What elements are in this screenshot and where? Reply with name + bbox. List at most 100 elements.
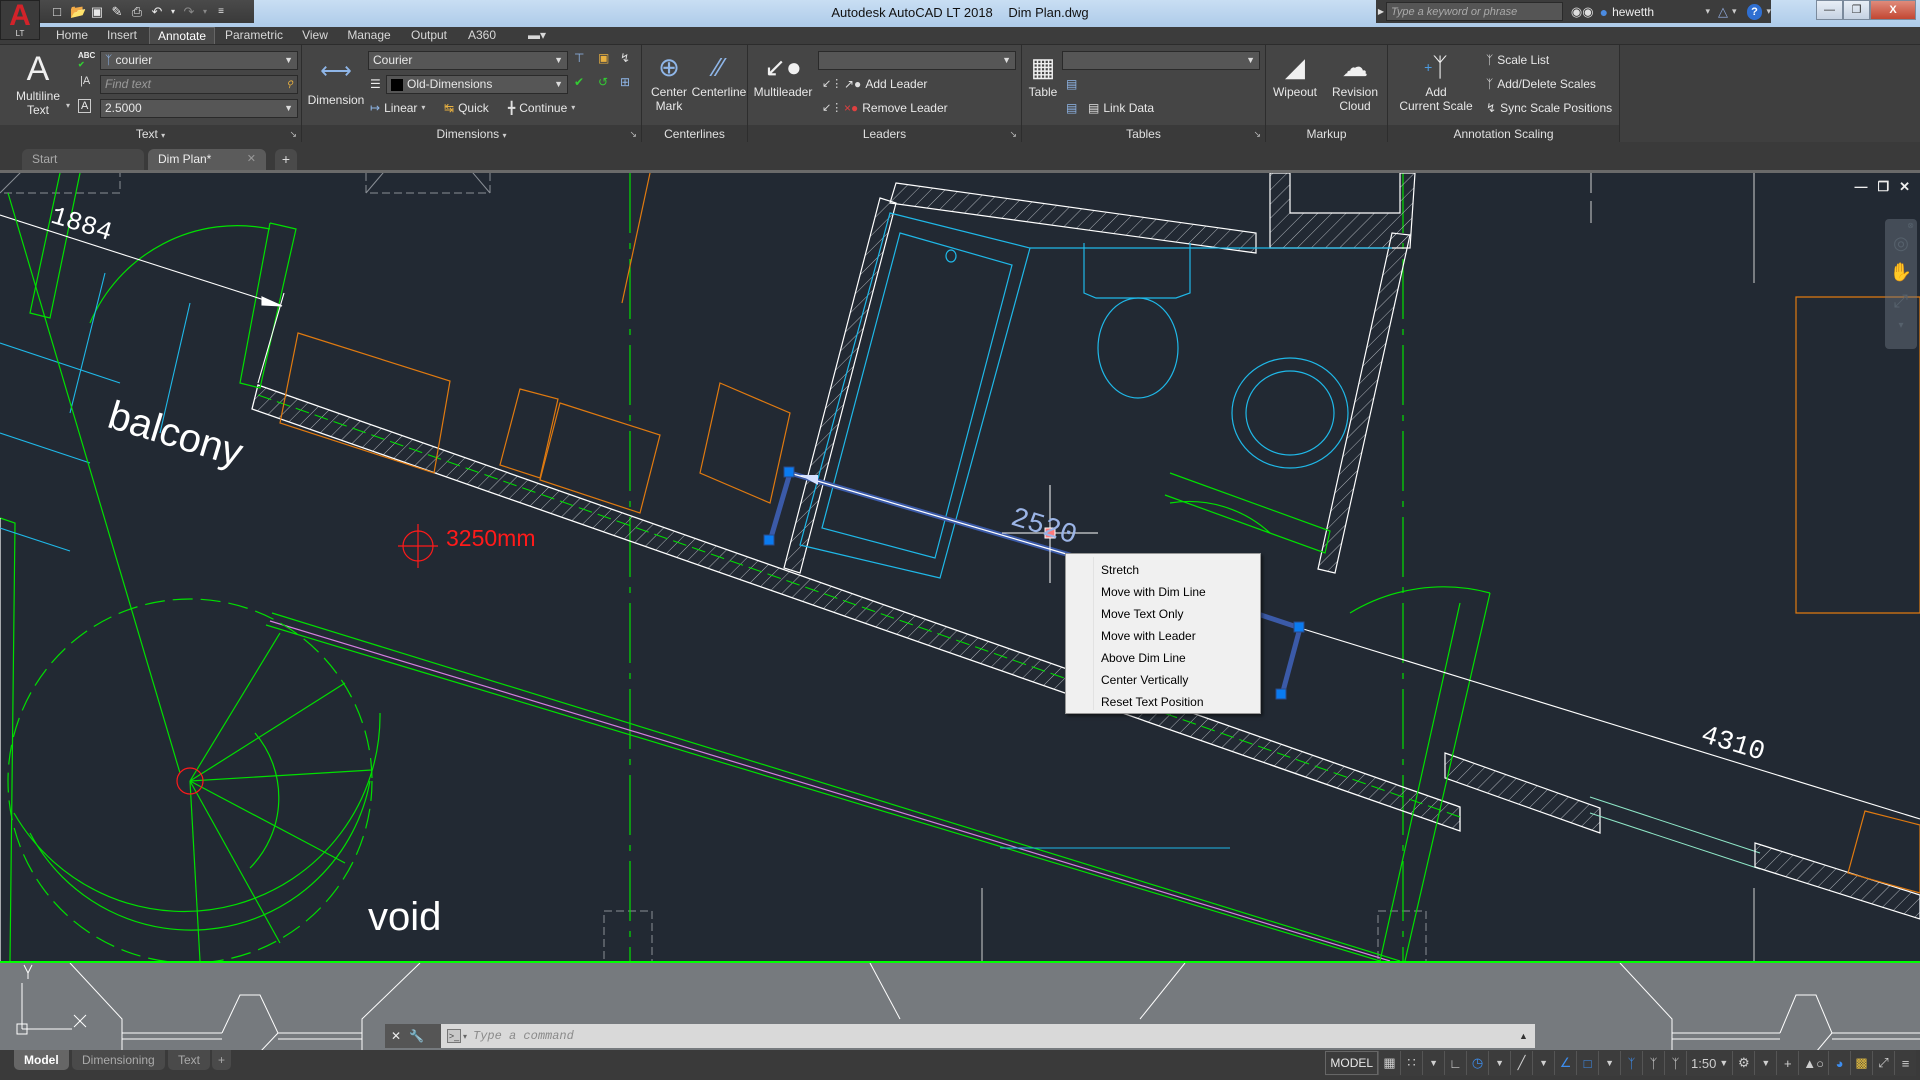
print-icon[interactable]: ⎙	[130, 4, 144, 19]
dim-break-icon[interactable]: ⊤	[574, 51, 584, 65]
annotation-scale-icon[interactable]: ᛉ	[1664, 1051, 1686, 1075]
extract-data-icon[interactable]: ▤	[1066, 77, 1077, 91]
radius-note[interactable]: 3250mm	[446, 525, 535, 552]
dialog-launcher-icon[interactable]: ↘	[1009, 129, 1017, 140]
add-leader-button[interactable]: ↗● Add Leader	[844, 75, 927, 93]
table-button[interactable]: ▦ Table	[1024, 49, 1062, 99]
save-as-icon[interactable]: ✎	[110, 4, 124, 19]
menu-item-above-dim-line[interactable]: Above Dim Line	[1066, 647, 1260, 669]
grip-handle[interactable]	[763, 534, 775, 546]
lock-ui-icon[interactable]: ▩	[1850, 1051, 1872, 1075]
ortho-mode-icon[interactable]: ∟	[1444, 1051, 1466, 1075]
user-icon[interactable]: ●	[1600, 4, 1608, 20]
tab-home[interactable]: Home	[50, 27, 94, 44]
viewport-restore-icon[interactable]: ❐	[1877, 179, 1889, 195]
grip-handle[interactable]	[1293, 621, 1305, 633]
scale-list-button[interactable]: ᛉ Scale List	[1486, 51, 1549, 69]
navbar-dropdown-icon[interactable]: ▾	[1898, 320, 1903, 331]
text-style-select[interactable]: ᛉ courier ▼	[100, 51, 298, 70]
dim-update-icon[interactable]: ✔	[574, 75, 584, 89]
doc-tab-start[interactable]: Start	[22, 149, 144, 170]
leader-style-select[interactable]: ▼	[818, 51, 1016, 70]
revision-cloud-button[interactable]: ☁ Revision Cloud	[1326, 49, 1384, 113]
dim-layer-select[interactable]: Old-Dimensions ▼	[386, 75, 568, 94]
find-text-input[interactable]: Find text ⚲	[100, 75, 298, 94]
snap-mode-icon[interactable]: ∷	[1400, 1051, 1422, 1075]
viewport-close-icon[interactable]: ✕	[1899, 179, 1910, 195]
multiline-text-dropdown-icon[interactable]: ▾	[66, 101, 70, 110]
menu-item-center-vertically[interactable]: Center Vertically	[1066, 669, 1260, 691]
open-icon[interactable]: 📂	[70, 4, 86, 19]
sync-scale-positions-button[interactable]: ↯ Sync Scale Positions	[1486, 99, 1612, 117]
spell-check-icon[interactable]: ABC ✔	[78, 51, 95, 69]
menu-item-stretch[interactable]: Stretch	[1066, 559, 1260, 581]
username[interactable]: hewetth	[1612, 5, 1701, 19]
tab-insert[interactable]: Insert	[102, 27, 142, 44]
object-snap-tracking-icon[interactable]: ∠	[1554, 1051, 1576, 1075]
model-space-button[interactable]: MODEL	[1325, 1051, 1379, 1075]
save-icon[interactable]: ▣	[90, 4, 104, 19]
close-command-line-icon[interactable]: ✕	[391, 1029, 401, 1043]
new-tab-button[interactable]: +	[275, 149, 297, 170]
text-panel-title[interactable]: Text ▾	[0, 125, 301, 143]
customize-icon[interactable]: ≡	[214, 5, 228, 19]
align-leaders-icon[interactable]: ↙⋮	[822, 77, 842, 90]
table-style-select[interactable]: ▼	[1062, 51, 1260, 70]
dialog-launcher-icon[interactable]: ↘	[1253, 129, 1261, 140]
text-height-select[interactable]: 2.5000 ▼	[100, 99, 298, 118]
menu-item-move-text-only[interactable]: Move Text Only	[1066, 603, 1260, 625]
layout-tab-text[interactable]: Text	[168, 1050, 211, 1070]
redo-icon[interactable]: ↷	[182, 4, 196, 19]
dialog-launcher-icon[interactable]: ↘	[289, 129, 297, 140]
isometric-drafting-icon[interactable]: ╱	[1510, 1051, 1532, 1075]
tab-annotate[interactable]: Annotate	[149, 27, 215, 44]
zoom-extents-icon[interactable]: ⤢	[1894, 291, 1908, 312]
label-void[interactable]: void	[368, 895, 441, 940]
binoculars-icon[interactable]: ◉◉	[1571, 4, 1594, 20]
center-mark-button[interactable]: ⊕ Center Mark	[646, 49, 692, 113]
expand-search-icon[interactable]: ▶	[1376, 7, 1386, 16]
new-icon[interactable]: □	[50, 4, 64, 19]
command-prompt-icon[interactable]: >_	[447, 1029, 461, 1043]
quick-properties-icon[interactable]: ◕	[1828, 1051, 1850, 1075]
object-snap-icon[interactable]: □	[1576, 1051, 1598, 1075]
find-replace-icon[interactable]: ⚲	[286, 76, 293, 93]
drawing-canvas[interactable]: 1884 balcony 3250mm 2520 4310 void — ❐ ✕…	[0, 173, 1920, 961]
viewport-minimize-icon[interactable]: —	[1854, 179, 1867, 195]
units-icon[interactable]: ▲○	[1798, 1051, 1828, 1075]
linear-button[interactable]: ↦ Linear ▾	[370, 99, 425, 117]
add-delete-scales-button[interactable]: ᛉ Add/Delete Scales	[1486, 75, 1596, 93]
add-current-scale-button[interactable]: + ᛉ Add Current Scale	[1390, 49, 1482, 113]
layout-tab-dimensioning[interactable]: Dimensioning	[72, 1050, 165, 1070]
wipeout-button[interactable]: ◢ Wipeout	[1268, 49, 1322, 99]
help-icon[interactable]: ?	[1746, 3, 1763, 20]
multiline-text-button[interactable]: A Multiline Text	[8, 49, 68, 117]
dim-space-icon[interactable]: ⊞	[620, 75, 630, 89]
add-layout-button[interactable]: +	[212, 1050, 232, 1070]
command-history-icon[interactable]: ▲	[1519, 1031, 1535, 1041]
snap-dropdown-icon[interactable]: ▼	[1422, 1051, 1444, 1075]
menu-item-move-with-dim-line[interactable]: Move with Dim Line	[1066, 581, 1260, 603]
grid-display-icon[interactable]: ▦	[1378, 1051, 1400, 1075]
tab-a360[interactable]: A360	[464, 27, 500, 44]
pan-hand-icon[interactable]: ✋	[1890, 262, 1912, 283]
undo-dropdown-icon[interactable]: ▾	[170, 5, 176, 19]
drawing-svg[interactable]	[0, 173, 1920, 961]
ribbon-minimize-icon[interactable]: ▬▾	[524, 27, 550, 44]
close-button[interactable]: X	[1870, 0, 1916, 20]
grip-handle[interactable]	[1275, 688, 1287, 700]
autodesk-app-store-icon[interactable]: △	[1718, 4, 1728, 20]
dim-reassociate-icon[interactable]: ↺	[598, 75, 608, 89]
close-tab-icon[interactable]: ✕	[247, 149, 256, 170]
restore-button[interactable]: ❐	[1843, 0, 1870, 20]
workspace-gear-icon[interactable]: ⚙	[1732, 1051, 1754, 1075]
navbar-close-icon[interactable]: ⊗	[1907, 221, 1914, 230]
annotation-monitor-icon[interactable]: +	[1776, 1051, 1798, 1075]
dimensions-panel-title[interactable]: Dimensions ▾	[302, 125, 641, 143]
menu-item-move-with-leader[interactable]: Move with Leader	[1066, 625, 1260, 647]
chevron-down-icon[interactable]: ▾	[571, 99, 575, 117]
help-dropdown-icon[interactable]: ▾	[1766, 6, 1771, 17]
grip-handle[interactable]	[783, 466, 795, 478]
steering-wheel-2d-icon[interactable]: ◎	[1893, 233, 1909, 254]
remove-leader-button[interactable]: ×● Remove Leader	[844, 99, 948, 117]
